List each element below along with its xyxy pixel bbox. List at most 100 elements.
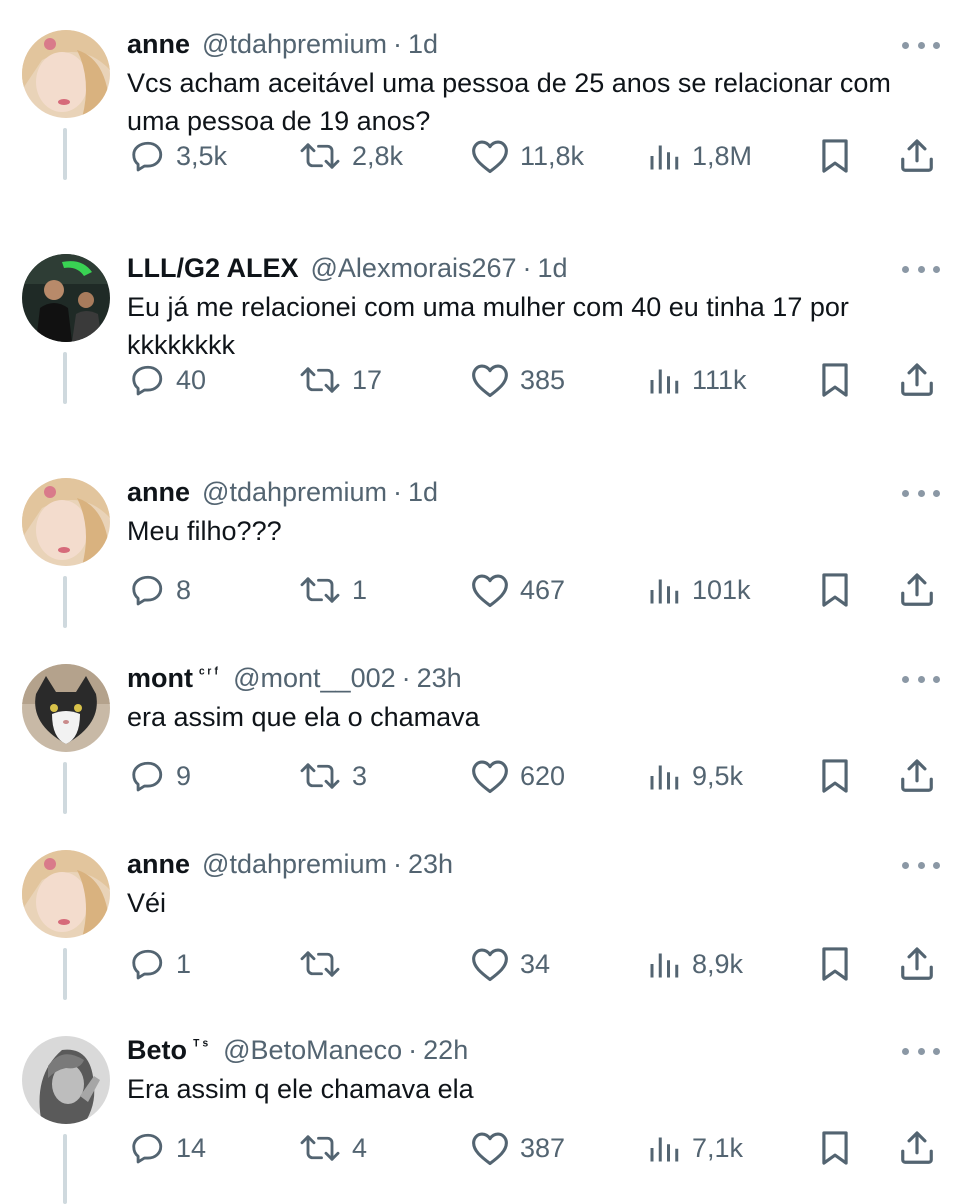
repost-count: 3 [352, 760, 368, 791]
share-button[interactable] [898, 1126, 936, 1170]
views-icon [650, 1137, 679, 1162]
like-button[interactable]: 467 [470, 568, 565, 612]
repost-count: 2,8k [352, 140, 404, 171]
bookmark-button[interactable] [818, 754, 852, 798]
more-icon[interactable] [902, 486, 940, 500]
tweet-header: anne @tdahpremium · 23h [127, 846, 453, 882]
display-name[interactable]: anne [127, 846, 190, 882]
views-icon [650, 145, 679, 170]
views-button[interactable]: 111k [646, 358, 747, 402]
timestamp[interactable]: 23h [417, 660, 462, 696]
user-handle[interactable]: @mont__002 [233, 660, 396, 696]
repost-icon [300, 951, 340, 977]
tweet-header: mont ᶜʳᶠ @mont__002 · 23h [127, 660, 462, 696]
reply-icon [132, 575, 163, 606]
timestamp[interactable]: 22h [423, 1032, 468, 1068]
like-button[interactable]: 385 [470, 358, 565, 402]
repost-button[interactable]: 2,8k [298, 134, 403, 178]
tweet[interactable]: anne @tdahpremium · 1d Meu filho??? 8 1 … [0, 448, 964, 634]
share-button[interactable] [898, 942, 936, 986]
tweet-text: Vcs acham aceitável uma pessoa de 25 ano… [127, 68, 891, 136]
avatar-anne[interactable] [22, 478, 110, 566]
views-button[interactable]: 7,1k [646, 1126, 743, 1170]
user-handle[interactable]: @tdahpremium [202, 846, 387, 882]
reply-count: 1 [176, 948, 192, 979]
avatar-alex[interactable] [22, 254, 110, 342]
tweet-text: era assim que ela o chamava [127, 702, 480, 732]
timestamp[interactable]: 1d [408, 474, 438, 510]
timestamp[interactable]: 1d [408, 26, 438, 62]
bookmark-button[interactable] [818, 1126, 852, 1170]
avatar-mont[interactable] [22, 664, 110, 752]
user-handle[interactable]: @Alexmorais267 [311, 250, 517, 286]
tweet[interactable]: mont ᶜʳᶠ @mont__002 · 23h era assim que … [0, 634, 964, 820]
reply-button[interactable]: 9 [130, 754, 191, 798]
tweet[interactable]: Beto ᵀˢ @BetoManeco · 22h Era assim q el… [0, 1006, 964, 1204]
timestamp[interactable]: 23h [408, 846, 453, 882]
repost-button[interactable]: 4 [298, 1126, 367, 1170]
display-name[interactable]: LLL/G2 ALEX [127, 250, 299, 286]
user-handle[interactable]: @tdahpremium [202, 26, 387, 62]
tweet[interactable]: anne @tdahpremium · 1d Vcs acham aceitáv… [0, 0, 964, 186]
more-icon[interactable] [902, 858, 940, 872]
like-icon [472, 364, 508, 398]
more-icon[interactable] [902, 262, 940, 276]
repost-count: 4 [352, 1132, 368, 1163]
user-handle[interactable]: @tdahpremium [202, 474, 387, 510]
tweet[interactable]: LLL/G2 ALEX @Alexmorais267 · 1d Eu já me… [0, 224, 964, 410]
share-button[interactable] [898, 568, 936, 612]
avatar-beto[interactable] [22, 1036, 110, 1124]
repost-count: 17 [352, 364, 383, 395]
display-name[interactable]: Beto [127, 1032, 187, 1068]
repost-button[interactable] [298, 942, 352, 986]
avatar-anne[interactable] [22, 850, 110, 938]
reply-button[interactable]: 1 [130, 942, 191, 986]
like-icon [472, 574, 508, 608]
share-button[interactable] [898, 134, 936, 178]
bookmark-icon [822, 947, 848, 981]
repost-button[interactable]: 3 [298, 754, 367, 798]
bookmark-button[interactable] [818, 568, 852, 612]
bookmark-button[interactable] [818, 134, 852, 178]
views-button[interactable]: 101k [646, 568, 751, 612]
tweet-text: Meu filho??? [127, 516, 282, 546]
more-icon[interactable] [902, 38, 940, 52]
views-button[interactable]: 1,8M [646, 134, 752, 178]
views-button[interactable]: 9,5k [646, 754, 743, 798]
bookmark-button[interactable] [818, 942, 852, 986]
views-icon [650, 953, 679, 978]
repost-icon [300, 1135, 340, 1161]
reply-button[interactable]: 3,5k [130, 134, 227, 178]
like-button[interactable]: 34 [470, 942, 550, 986]
like-button[interactable]: 620 [470, 754, 565, 798]
more-icon[interactable] [902, 1044, 940, 1058]
reply-button[interactable]: 8 [130, 568, 191, 612]
display-name[interactable]: anne [127, 26, 190, 62]
views-count: 111k [692, 364, 747, 395]
repost-button[interactable]: 1 [298, 568, 367, 612]
share-button[interactable] [898, 358, 936, 402]
tweet[interactable]: anne @tdahpremium · 23h Véi 1 34 8,9k [0, 820, 964, 1006]
display-name[interactable]: mont [127, 660, 193, 696]
repost-button[interactable]: 17 [298, 358, 382, 402]
tweet-header: anne @tdahpremium · 1d [127, 26, 438, 62]
conversation-thread: anne @tdahpremium · 1d Vcs acham aceitáv… [0, 0, 964, 1204]
tweet-text: Véi [127, 888, 167, 918]
tweet-header: Beto ᵀˢ @BetoManeco · 22h [127, 1032, 468, 1068]
timestamp[interactable]: 1d [538, 250, 568, 286]
repost-icon [300, 143, 340, 169]
display-name[interactable]: anne [127, 474, 190, 510]
like-button[interactable]: 387 [470, 1126, 565, 1170]
reply-button[interactable]: 40 [130, 358, 206, 402]
separator-dot: · [408, 1035, 418, 1065]
bookmark-button[interactable] [818, 358, 852, 402]
views-button[interactable]: 8,9k [646, 942, 743, 986]
avatar-anne[interactable] [22, 30, 110, 118]
user-handle[interactable]: @BetoManeco [223, 1032, 402, 1068]
share-icon [901, 759, 933, 792]
reply-button[interactable]: 14 [130, 1126, 206, 1170]
like-button[interactable]: 11,8k [470, 134, 584, 178]
more-icon[interactable] [902, 672, 940, 686]
like-icon [472, 140, 508, 174]
share-button[interactable] [898, 754, 936, 798]
